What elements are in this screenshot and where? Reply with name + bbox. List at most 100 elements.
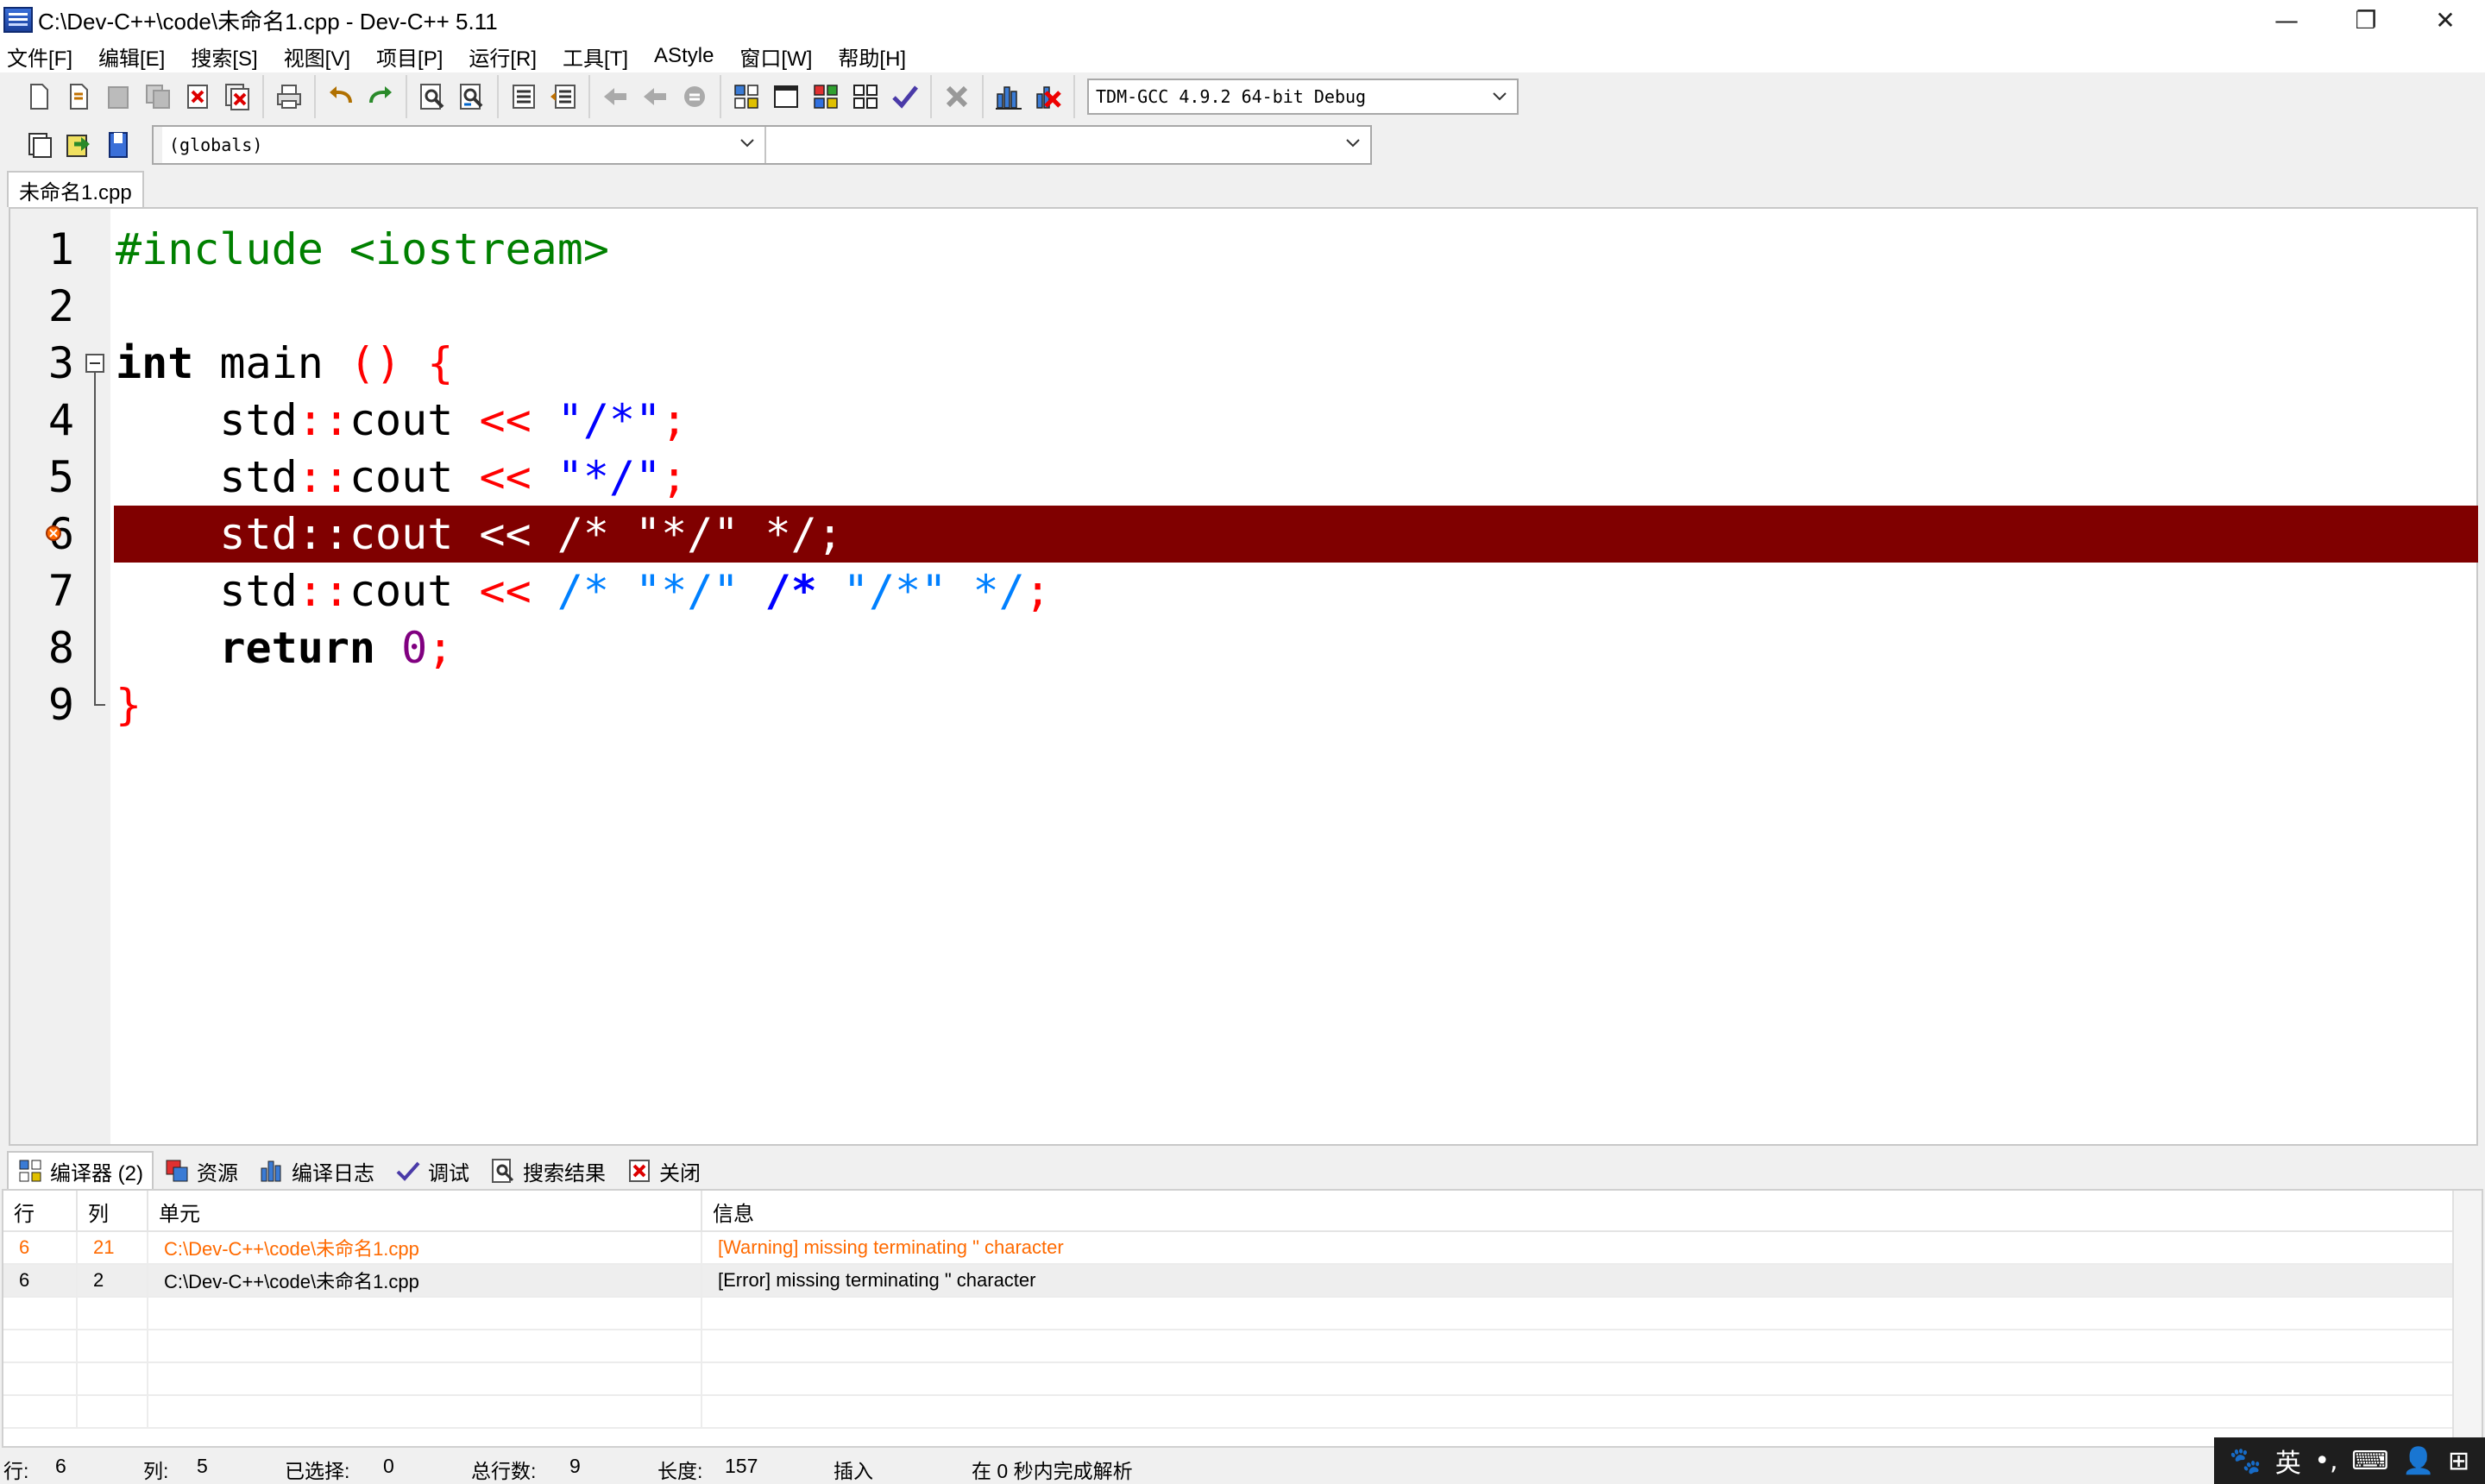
ime-punct-toggle[interactable]: •,: [2314, 1446, 2337, 1476]
menu-project[interactable]: 项目[P]: [376, 41, 443, 72]
compiler-select[interactable]: TDM-GCC 4.9.2 64-bit Debug: [1087, 79, 1519, 115]
empty-cell: [702, 1330, 2454, 1363]
redo-button[interactable]: [363, 79, 398, 114]
insert-button[interactable]: [61, 128, 96, 162]
bookmark-button[interactable]: [101, 128, 135, 162]
goto-prev-button[interactable]: [598, 79, 632, 114]
fold-line-icon: [94, 563, 96, 619]
error-marker-icon: [46, 525, 61, 541]
minimize-button[interactable]: —: [2247, 0, 2326, 40]
table-row[interactable]: 6 21 C:\Dev-C++\code\未命名1.cpp [Warning] …: [3, 1232, 2454, 1265]
indent-button[interactable]: [506, 79, 541, 114]
ime-grid-icon[interactable]: ⊞: [2448, 1446, 2469, 1476]
menu-help[interactable]: 帮助[H]: [838, 41, 906, 72]
menu-astyle[interactable]: AStyle: [654, 44, 714, 68]
table-row-empty: [3, 1298, 2454, 1330]
ime-user-icon[interactable]: 👤: [2402, 1446, 2434, 1476]
unindent-button[interactable]: [546, 79, 581, 114]
profile-button[interactable]: [991, 79, 1026, 114]
ime-language-toggle[interactable]: 英: [2275, 1442, 2301, 1480]
close-file-button[interactable]: [180, 79, 215, 114]
symbol-token: ;: [661, 452, 688, 502]
status-sel-label: 已选择:: [285, 1460, 350, 1482]
menu-edit[interactable]: 编辑[E]: [98, 41, 165, 72]
tab-search-results[interactable]: 搜索结果: [480, 1151, 616, 1189]
tab-compile-log[interactable]: 编译日志: [248, 1151, 385, 1189]
find-icon: [420, 84, 444, 110]
column-header-message[interactable]: 信息: [702, 1191, 2454, 1232]
menu-search[interactable]: 搜索[S]: [191, 41, 257, 72]
menu-file[interactable]: 文件[F]: [7, 41, 72, 72]
vertical-scrollbar[interactable]: [2452, 1191, 2482, 1446]
cell-col: 2: [78, 1265, 148, 1298]
restore-button[interactable]: ❐: [2326, 0, 2406, 40]
tab-resources[interactable]: 资源: [154, 1151, 248, 1189]
menu-view[interactable]: 视图[V]: [284, 41, 350, 72]
new-project-button[interactable]: [22, 128, 56, 162]
comment-token: /*: [557, 566, 636, 616]
menu-window[interactable]: 窗口[W]: [739, 41, 812, 72]
fold-collapse-icon[interactable]: [83, 335, 107, 392]
open-file-button[interactable]: [61, 79, 96, 114]
table-row[interactable]: 6 2 C:\Dev-C++\code\未命名1.cpp [Error] mis…: [3, 1265, 2454, 1298]
status-len-label: 长度:: [657, 1460, 703, 1482]
menu-run[interactable]: 运行[R]: [469, 41, 537, 72]
empty-cell: [148, 1330, 702, 1363]
close-all-button[interactable]: [220, 79, 255, 114]
compile-button[interactable]: [729, 79, 764, 114]
delete-profile-button[interactable]: [1031, 79, 1066, 114]
compile-run-button[interactable]: [808, 79, 843, 114]
identifier-token: std: [219, 566, 298, 616]
editor-tab-file[interactable]: 未命名1.cpp: [7, 171, 144, 207]
class-select[interactable]: (globals): [162, 127, 766, 163]
column-header-line[interactable]: 行: [3, 1191, 78, 1232]
symbol-token: }: [116, 680, 142, 730]
new-file-button[interactable]: [22, 79, 56, 114]
tab-compiler[interactable]: 编译器 (2): [7, 1151, 154, 1189]
column-header-unit[interactable]: 单元: [148, 1191, 702, 1232]
code-line-7: 7 std::cout << /* "*/" /* "/*" */;: [10, 563, 2476, 619]
close-button[interactable]: ✕: [2406, 0, 2485, 40]
code-editor[interactable]: 1 #include <iostream> 2 3 int main () { …: [9, 207, 2478, 1146]
status-col-label: 列:: [143, 1460, 169, 1482]
column-header-col[interactable]: 列: [78, 1191, 148, 1232]
comment-token: */: [947, 566, 1025, 616]
tab-debug[interactable]: 调试: [385, 1151, 480, 1189]
status-sel-value: 0: [383, 1455, 394, 1477]
run-button[interactable]: [769, 79, 803, 114]
save-button[interactable]: [101, 79, 135, 114]
empty-cell: [78, 1330, 148, 1363]
goto-next-button[interactable]: [638, 79, 672, 114]
rebuild-button[interactable]: [848, 79, 883, 114]
member-select[interactable]: [766, 127, 1370, 163]
undo-button[interactable]: [324, 79, 358, 114]
stop-execution-button[interactable]: [940, 79, 974, 114]
undo-icon: [330, 86, 352, 104]
undo-redo-group: [314, 75, 406, 118]
bar-chart-icon: [996, 86, 1022, 110]
ime-paw-icon[interactable]: 🐾: [2230, 1446, 2262, 1476]
print-button[interactable]: [272, 79, 306, 114]
fold-end-icon: [94, 676, 105, 706]
compile-group: [720, 75, 930, 118]
code-line-8: 8 return 0;: [10, 619, 2476, 676]
toggle-bookmark-button[interactable]: [677, 79, 712, 114]
save-all-button[interactable]: [141, 79, 175, 114]
symbol-token: ::: [297, 395, 349, 445]
cell-line: 6: [3, 1265, 78, 1298]
fold-line-icon: [94, 449, 96, 506]
replace-button[interactable]: [455, 79, 489, 114]
symbol-token: <<: [453, 395, 557, 445]
tab-close[interactable]: 关闭: [616, 1151, 711, 1189]
symbol-token: ;: [661, 395, 688, 445]
table-row-empty: [3, 1396, 2454, 1429]
menu-tools[interactable]: 工具[T]: [563, 41, 628, 72]
indent-icon: [513, 85, 535, 109]
compiler-grid-icon: [19, 1160, 41, 1182]
syntax-check-button[interactable]: [888, 79, 922, 114]
comment-token: "*/": [635, 566, 739, 616]
ime-keyboard-icon[interactable]: ⌨: [2351, 1446, 2388, 1476]
line-number: 1: [47, 224, 74, 274]
find-button[interactable]: [415, 79, 450, 114]
